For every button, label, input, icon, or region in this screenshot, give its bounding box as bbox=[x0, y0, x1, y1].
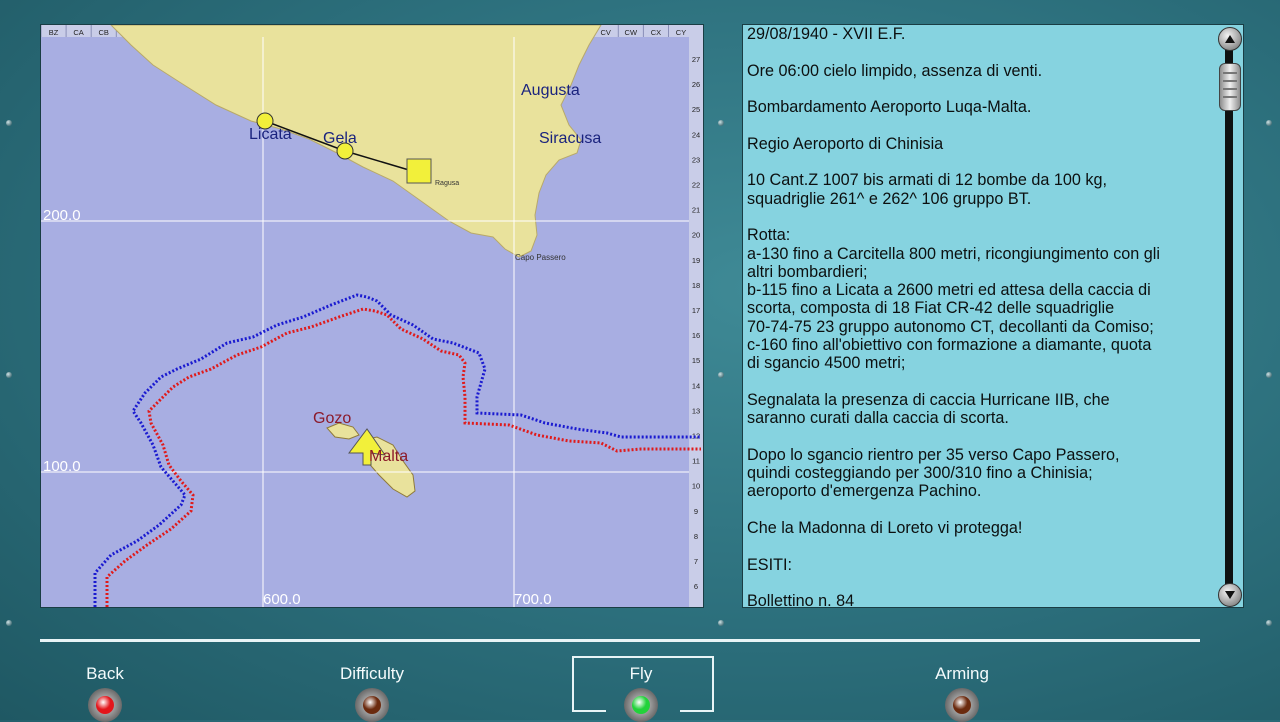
row-label: 10 bbox=[692, 482, 700, 491]
scroll-down-button[interactable] bbox=[1218, 583, 1242, 607]
back-button[interactable] bbox=[88, 688, 122, 722]
axis-label-y-200: 200.0 bbox=[43, 207, 81, 224]
briefing-panel[interactable]: 29/08/1940 - XVII E.F. Ore 06:00 cielo li… bbox=[742, 24, 1244, 608]
place-capo-passero: Capo Passero bbox=[515, 253, 566, 262]
back-label: Back bbox=[86, 664, 124, 683]
row-label: 14 bbox=[692, 381, 700, 390]
difficulty-lamp-icon bbox=[363, 696, 381, 714]
briefing-paragraph: Dopo lo sgancio rientro per 35 verso Cap… bbox=[747, 445, 1120, 501]
rivet bbox=[1266, 120, 1272, 126]
chevron-down-icon bbox=[1225, 591, 1235, 599]
map-canvas: BZCACBCCCDCECFCGCHCICJCKCLCMCNCOCPCQCRCS… bbox=[41, 25, 703, 607]
briefing-text: 29/08/1940 - XVII E.F. Ore 06:00 cielo li… bbox=[747, 25, 1217, 607]
briefing-paragraph: Ore 06:00 cielo limpido, assenza di vent… bbox=[747, 61, 1043, 80]
column-label: CB bbox=[98, 28, 108, 37]
rivet bbox=[1266, 620, 1272, 626]
fly-lamp-icon bbox=[632, 696, 650, 714]
place-gozo: Gozo bbox=[313, 410, 351, 427]
rivet bbox=[6, 120, 12, 126]
row-label: 7 bbox=[694, 557, 698, 566]
back-lamp-icon bbox=[96, 696, 114, 714]
column-label: CY bbox=[676, 28, 686, 37]
rivet bbox=[718, 372, 724, 378]
arming-label: Arming bbox=[935, 664, 989, 683]
row-label: 20 bbox=[692, 231, 700, 240]
mission-map[interactable]: BZCACBCCCDCECFCGCHCICJCKCLCMCNCOCPCQCRCS… bbox=[40, 24, 704, 608]
row-label: 9 bbox=[694, 507, 698, 516]
arming-lamp-icon bbox=[953, 696, 971, 714]
fly-button[interactable] bbox=[624, 688, 658, 722]
row-label: 6 bbox=[694, 582, 698, 591]
briefing-paragraph: 29/08/1940 - XVII E.F. bbox=[747, 25, 906, 43]
axis-label-x-700: 700.0 bbox=[514, 591, 552, 607]
row-label: 24 bbox=[692, 130, 700, 139]
rivet bbox=[1266, 372, 1272, 378]
scrollbar-track[interactable] bbox=[1225, 47, 1233, 585]
axis-label-x-600: 600.0 bbox=[263, 591, 301, 607]
row-label: 22 bbox=[692, 181, 700, 190]
briefing-paragraph: Che la Madonna di Loreto vi protegga! bbox=[747, 519, 1023, 538]
place-licata: Licata bbox=[249, 126, 292, 143]
place-ragusa: Ragusa bbox=[435, 180, 459, 187]
column-label: CV bbox=[600, 28, 610, 37]
row-label: 27 bbox=[692, 55, 700, 64]
arming-button[interactable] bbox=[945, 688, 979, 722]
row-ruler bbox=[689, 37, 703, 607]
row-label: 8 bbox=[694, 532, 698, 541]
briefing-paragraph: Segnalata la presenza di caccia Hurrican… bbox=[747, 390, 1110, 428]
rivet bbox=[6, 372, 12, 378]
control-divider bbox=[40, 639, 1200, 642]
rivet bbox=[6, 620, 12, 626]
difficulty-label: Difficulty bbox=[340, 664, 404, 683]
rivet bbox=[718, 120, 724, 126]
column-label: CA bbox=[73, 28, 83, 37]
briefing-scrollbar[interactable] bbox=[1215, 25, 1243, 607]
row-label: 21 bbox=[692, 206, 700, 215]
briefing-paragraph: 10 Cant.Z 1007 bis armati di 12 bombe da… bbox=[747, 171, 1107, 208]
axis-label-y-100: 100.0 bbox=[43, 458, 81, 475]
place-augusta: Augusta bbox=[521, 82, 580, 99]
fly-label: Fly bbox=[629, 664, 653, 683]
row-label: 13 bbox=[692, 406, 700, 415]
briefing-paragraph: Regio Aeroporto di Chinisia bbox=[747, 134, 944, 153]
row-label: 16 bbox=[692, 331, 700, 340]
place-siracusa: Siracusa bbox=[539, 130, 601, 147]
column-label: CX bbox=[651, 28, 661, 37]
row-label: 17 bbox=[692, 306, 700, 315]
row-label: 19 bbox=[692, 256, 700, 265]
scrollbar-thumb[interactable] bbox=[1219, 63, 1241, 111]
row-label: 18 bbox=[692, 281, 700, 290]
row-label: 11 bbox=[692, 457, 700, 466]
briefing-paragraph: ESITI: bbox=[747, 555, 792, 574]
airfield-start-icon bbox=[406, 158, 432, 184]
rivet bbox=[718, 620, 724, 626]
briefing-paragraph: Bombardamento Aeroporto Luqa-Malta. bbox=[747, 98, 1032, 117]
difficulty-button[interactable] bbox=[355, 688, 389, 722]
row-label: 15 bbox=[692, 356, 700, 365]
briefing-paragraph: Rotta: a-130 fino a Carcitella 800 metri… bbox=[747, 226, 1161, 373]
briefing-paragraph: Bollettino n. 84 bbox=[747, 592, 855, 607]
chevron-up-icon bbox=[1225, 35, 1235, 43]
scroll-up-button[interactable] bbox=[1218, 27, 1242, 51]
place-gela: Gela bbox=[323, 130, 357, 147]
row-label: 26 bbox=[692, 80, 700, 89]
column-label: BZ bbox=[49, 28, 59, 37]
place-malta: Malta bbox=[369, 448, 408, 465]
row-label: 25 bbox=[692, 105, 700, 114]
row-label: 23 bbox=[692, 155, 700, 164]
column-label: CW bbox=[625, 28, 638, 37]
